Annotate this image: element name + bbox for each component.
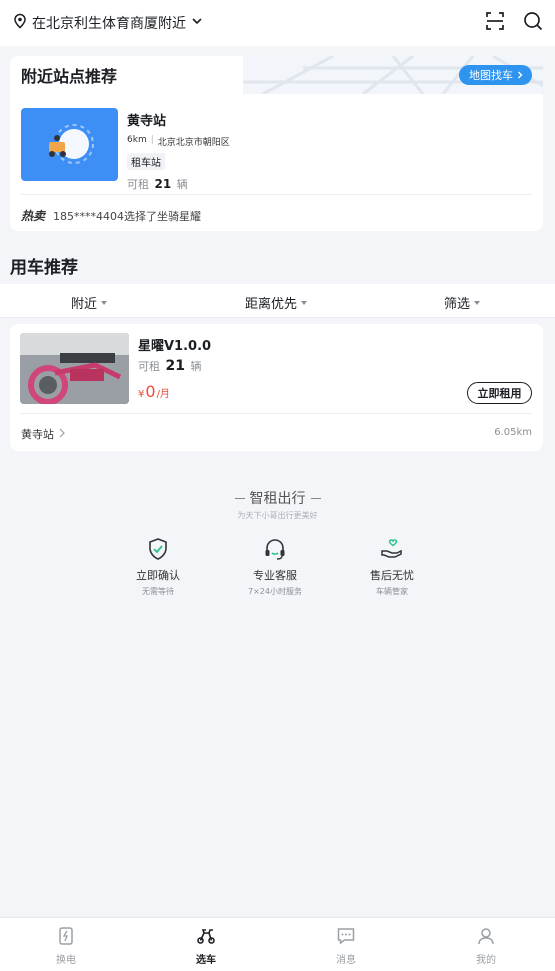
vehicle-distance: 6.05km [494,427,532,438]
shield-check-icon [108,536,208,562]
feature-subtitle: 无需等待 [142,587,174,596]
message-icon [316,926,376,950]
filter-screen[interactable]: 筛选 [444,293,481,312]
scan-icon[interactable] [485,11,505,35]
feature-title: 售后无忧 [370,569,414,582]
location-pin-icon [12,13,28,33]
nearby-title: 附近站点推荐 [21,67,118,86]
available-unit: 辆 [176,178,188,191]
dash-decoration [234,497,245,499]
filter-distance[interactable]: 距离优先 [245,293,308,312]
recommend-title: 用车推荐 [10,258,78,278]
station-availability: 可租 21 辆 [127,176,230,192]
available-unit: 辆 [190,360,202,373]
nearby-station-card: 附近站点推荐 地图找车 黄寺站 6km | 北京北京市朝阳区 租车站 可租 21… [10,56,543,231]
tab-profile[interactable]: 我的 [456,926,516,966]
hot-text: 185****4404选择了坐骑星耀 [53,209,202,223]
available-prefix: 可租 [138,360,160,373]
rent-now-button[interactable]: 立即租用 [467,382,532,404]
vehicle-photo [20,333,129,404]
tab-battery-swap[interactable]: 换电 [36,926,96,966]
dash-decoration [310,497,321,499]
price-symbol: ¥ [138,389,145,400]
profile-icon [456,926,516,950]
feature-after-sales: 售后无忧 车辆管家 [342,536,442,597]
available-prefix: 可租 [127,178,149,191]
feature-title: 专业客服 [253,569,297,582]
tab-label: 换电 [56,955,76,966]
filter-label: 距离优先 [245,297,298,312]
tab-select-car[interactable]: 选车 [176,926,236,966]
filter-bar: 附近 距离优先 筛选 [0,284,555,318]
station-distance: 6km [127,135,147,145]
feature-customer-service: 专业客服 7×24小时服务 [225,536,325,597]
map-find-car-label: 地图找车 [469,69,513,82]
meta-separator: | [150,135,154,145]
vehicle-station-link[interactable]: 黄寺站 [21,426,66,442]
tab-messages[interactable]: 消息 [316,926,376,966]
feature-subtitle: 车辆管家 [376,587,408,596]
location-selector[interactable]: 在北京利生体育商厦附近 [12,13,204,33]
vehicle-name: 星曜V1.0.0 [138,339,212,354]
vehicle-card[interactable]: 星曜V1.0.0 可租 21 辆 ¥ 0 /月 立即租用 黄寺站 6.05km [10,324,543,451]
station-thumbnail [21,108,118,181]
caret-down-icon [101,300,108,305]
hot-sale-line: 热卖 185****4404选择了坐骑星耀 [21,194,532,224]
vehicle-station-name: 黄寺站 [21,428,54,441]
tab-label: 我的 [476,955,496,966]
vehicle-availability: 可租 21 辆 [138,358,201,374]
headset-icon [225,536,325,562]
tab-label: 消息 [336,955,356,966]
filter-label: 筛选 [444,297,471,312]
station-item[interactable]: 黄寺站 6km | 北京北京市朝阳区 租车站 可租 21 辆 [21,108,532,192]
caret-down-icon [301,300,308,305]
brand-section: 智租出行 为天下小哥出行更美好 [0,488,555,521]
chevron-down-icon [190,14,204,32]
chevron-right-icon [58,428,66,441]
location-text: 在北京利生体育商厦附近 [32,16,186,32]
available-count: 21 [165,358,185,374]
station-address: 北京北京市朝阳区 [157,138,230,148]
brand-subtitle: 为天下小哥出行更美好 [237,511,318,520]
map-find-car-button[interactable]: 地图找车 [459,65,532,85]
brand-title: 智租出行 [249,491,306,507]
chevron-right-icon [516,69,524,82]
available-count: 21 [154,177,172,191]
search-icon[interactable] [523,11,543,35]
bottom-tab-bar: 换电 选车 消息 我的 [0,917,555,971]
hot-badge: 热卖 [21,209,46,223]
feature-instant-confirm: 立即确认 无需等待 [108,536,208,597]
station-name: 黄寺站 [127,114,167,129]
divider [20,413,532,414]
caret-down-icon [474,300,481,305]
station-tag: 租车站 [127,153,165,170]
nearby-header: 附近站点推荐 地图找车 [10,56,543,94]
feature-subtitle: 7×24小时服务 [248,587,302,596]
vehicle-price: ¥ 0 /月 [138,382,170,401]
top-bar: 在北京利生体育商厦附近 [0,0,555,46]
tab-label: 选车 [196,955,216,966]
feature-title: 立即确认 [136,569,180,582]
scooter-icon [176,926,236,950]
filter-nearby[interactable]: 附近 [71,293,108,312]
battery-swap-icon [36,926,96,950]
price-unit: /月 [156,389,170,400]
hand-heart-icon [342,536,442,562]
filter-label: 附近 [71,297,98,312]
price-value: 0 [145,382,156,401]
